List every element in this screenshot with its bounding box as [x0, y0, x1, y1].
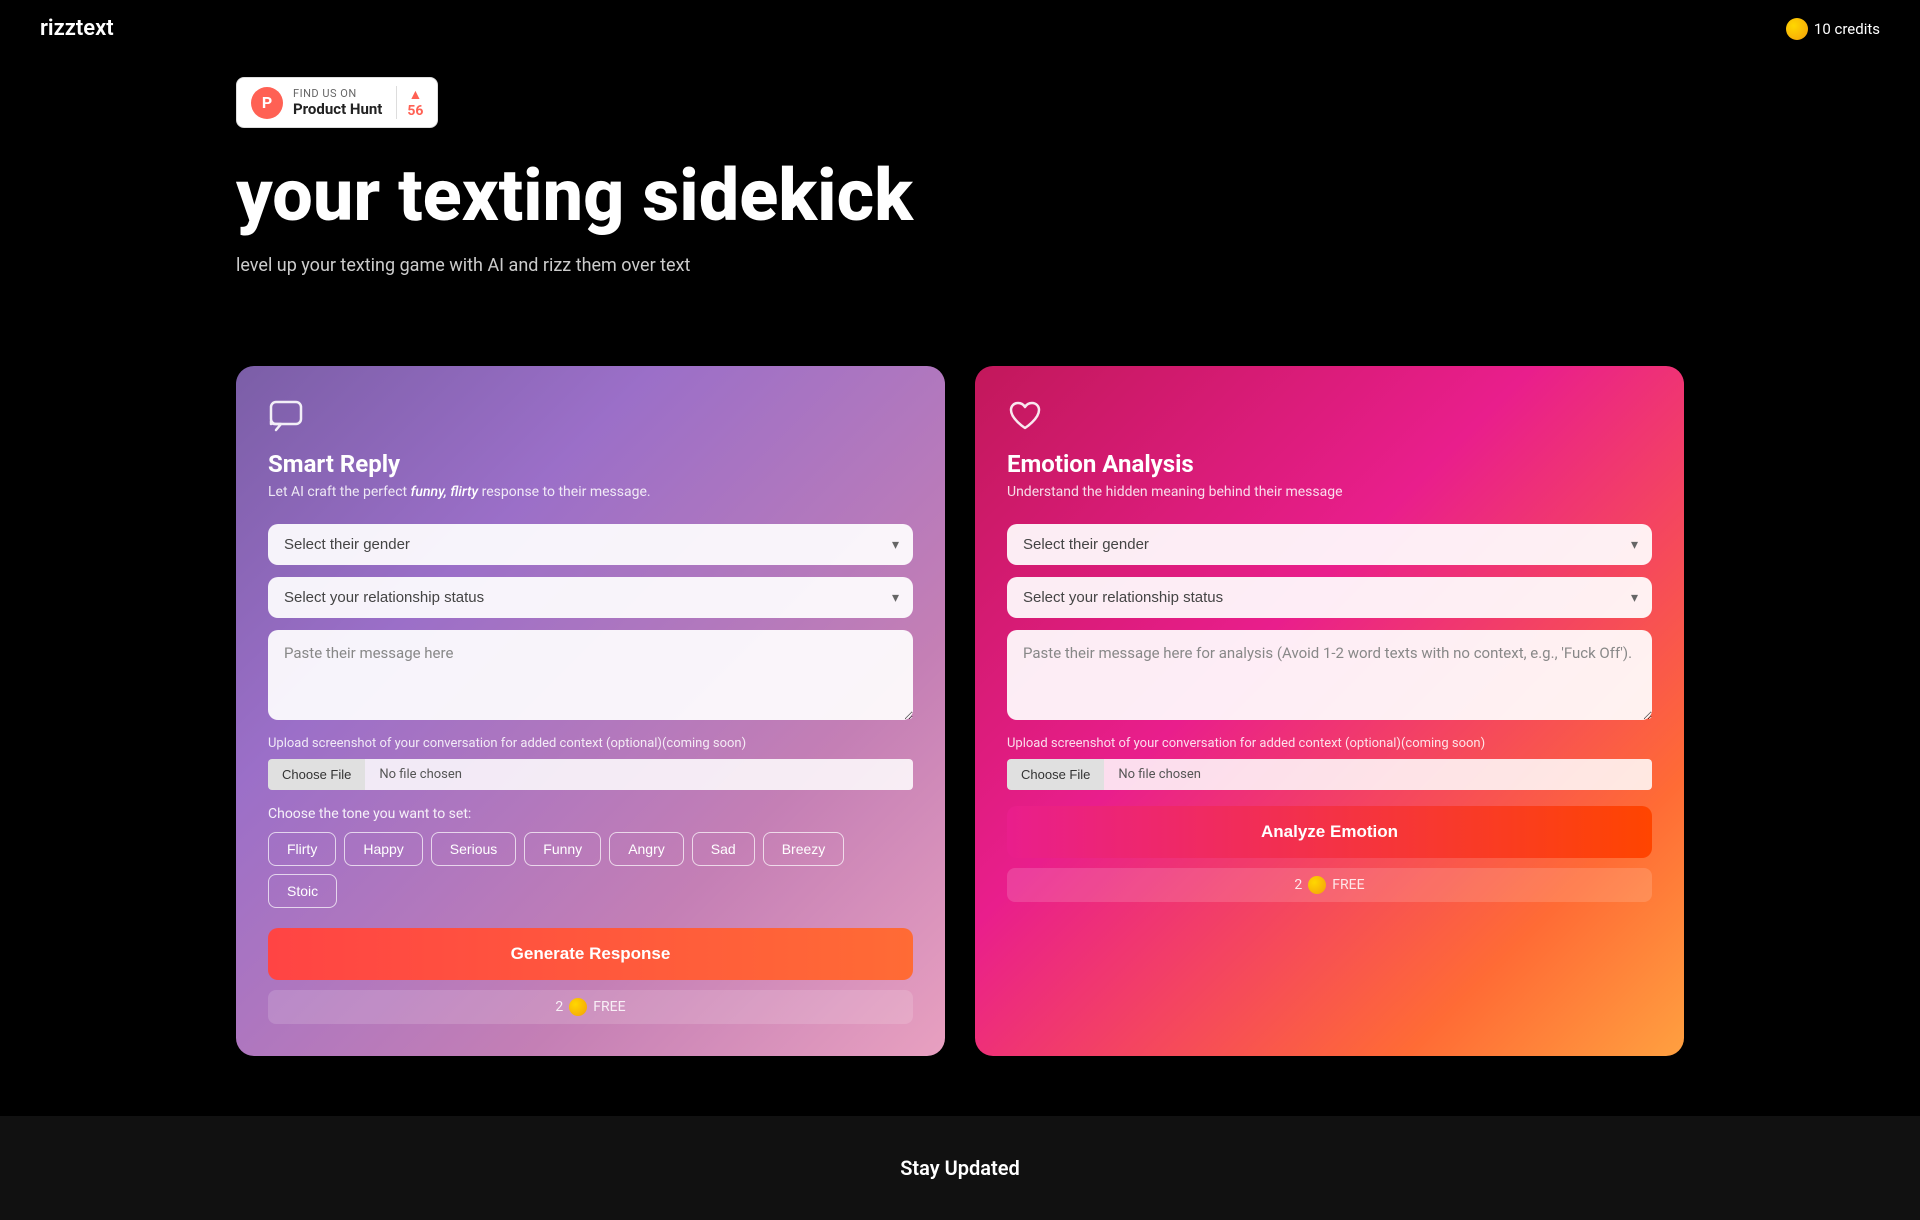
analyze-emotion-button[interactable]: Analyze Emotion	[1007, 806, 1652, 858]
ph-find-us: FIND US ON	[293, 87, 382, 100]
tone-sad[interactable]: Sad	[692, 832, 755, 866]
ph-number: 56	[407, 103, 423, 119]
tone-label: Choose the tone you want to set:	[268, 806, 913, 822]
header: rizztext 10 credits	[0, 0, 1920, 57]
smart-reply-card: Smart Reply Let AI craft the perfect fun…	[236, 366, 945, 1056]
hero-subtitle: level up your texting game with AI and r…	[236, 255, 1684, 276]
tone-serious[interactable]: Serious	[431, 832, 516, 866]
smart-reply-credit-amount: 2	[555, 999, 563, 1015]
credits-label: 10 credits	[1814, 20, 1880, 38]
emotion-choose-file-button[interactable]: Choose File	[1007, 759, 1104, 790]
smart-reply-gender-select[interactable]: Select their gender Male Female Other	[268, 524, 913, 565]
hero-title: your texting sidekick	[236, 156, 1684, 235]
emotion-file-name: No file chosen	[1104, 759, 1652, 790]
smart-reply-gender-wrapper: Select their gender Male Female Other ▾	[268, 524, 913, 565]
emotion-credit-free: FREE	[1332, 877, 1364, 893]
smart-reply-credit-free: FREE	[593, 999, 625, 1015]
ph-count: ▲ 56	[396, 86, 423, 119]
smart-reply-upload-label: Upload screenshot of your conversation f…	[268, 736, 913, 751]
emotion-file-input: Choose File No file chosen	[1007, 759, 1652, 790]
smart-reply-subtitle: Let AI craft the perfect funny, flirty r…	[268, 484, 913, 500]
subtitle-suffix: response to their message.	[478, 484, 650, 500]
emotion-upload-label: Upload screenshot of your conversation f…	[1007, 736, 1652, 751]
emotion-analysis-title: Emotion Analysis	[1007, 450, 1652, 478]
tone-angry[interactable]: Angry	[609, 832, 684, 866]
emotion-gender-select[interactable]: Select their gender Male Female Other	[1007, 524, 1652, 565]
tone-flirty[interactable]: Flirty	[268, 832, 336, 866]
generate-response-button[interactable]: Generate Response	[268, 928, 913, 980]
tone-happy[interactable]: Happy	[344, 832, 422, 866]
emotion-credit-amount: 2	[1294, 877, 1302, 893]
logo: rizztext	[40, 16, 114, 41]
credits-badge: 10 credits	[1786, 18, 1880, 40]
smart-reply-credit-info: 2 FREE	[268, 990, 913, 1024]
coin-icon	[1786, 18, 1808, 40]
coin-icon-small	[1308, 876, 1326, 894]
ph-name: Product Hunt	[293, 100, 382, 118]
chat-bubble-icon	[268, 398, 304, 434]
stay-updated-section: Stay Updated	[0, 1116, 1920, 1220]
emotion-analysis-card: Emotion Analysis Understand the hidden m…	[975, 366, 1684, 1056]
tone-breezy[interactable]: Breezy	[763, 832, 845, 866]
ph-icon: P	[251, 87, 283, 119]
product-hunt-badge[interactable]: P FIND US ON Product Hunt ▲ 56	[236, 77, 438, 128]
tone-funny[interactable]: Funny	[524, 832, 601, 866]
smart-reply-relationship-wrapper: Select your relationship status Crush Da…	[268, 577, 913, 618]
ph-text: FIND US ON Product Hunt	[293, 87, 382, 118]
heart-icon	[1007, 398, 1043, 434]
cards-container: Smart Reply Let AI craft the perfect fun…	[0, 366, 1920, 1056]
smart-reply-file-input: Choose File No file chosen	[268, 759, 913, 790]
smart-reply-file-name: No file chosen	[365, 759, 913, 790]
subtitle-prefix: Let AI craft the perfect	[268, 484, 411, 500]
emotion-credit-info: 2 FREE	[1007, 868, 1652, 902]
emotion-message-textarea[interactable]	[1007, 630, 1652, 720]
ph-arrow-icon: ▲	[408, 86, 422, 103]
subtitle-highlight: funny, flirty	[411, 484, 479, 500]
stay-updated-title: Stay Updated	[900, 1156, 1020, 1180]
tone-buttons-group: Flirty Happy Serious Funny Angry Sad Bre…	[268, 832, 913, 908]
smart-reply-relationship-select[interactable]: Select your relationship status Crush Da…	[268, 577, 913, 618]
smart-reply-choose-file-button[interactable]: Choose File	[268, 759, 365, 790]
emotion-analysis-subtitle: Understand the hidden meaning behind the…	[1007, 484, 1652, 500]
coin-icon-small	[569, 998, 587, 1016]
tone-stoic[interactable]: Stoic	[268, 874, 337, 908]
emotion-gender-wrapper: Select their gender Male Female Other ▾	[1007, 524, 1652, 565]
smart-reply-message-textarea[interactable]	[268, 630, 913, 720]
hero-section: P FIND US ON Product Hunt ▲ 56 your text…	[0, 57, 1920, 366]
emotion-relationship-select[interactable]: Select your relationship status Crush Da…	[1007, 577, 1652, 618]
emotion-relationship-wrapper: Select your relationship status Crush Da…	[1007, 577, 1652, 618]
smart-reply-title: Smart Reply	[268, 450, 913, 478]
